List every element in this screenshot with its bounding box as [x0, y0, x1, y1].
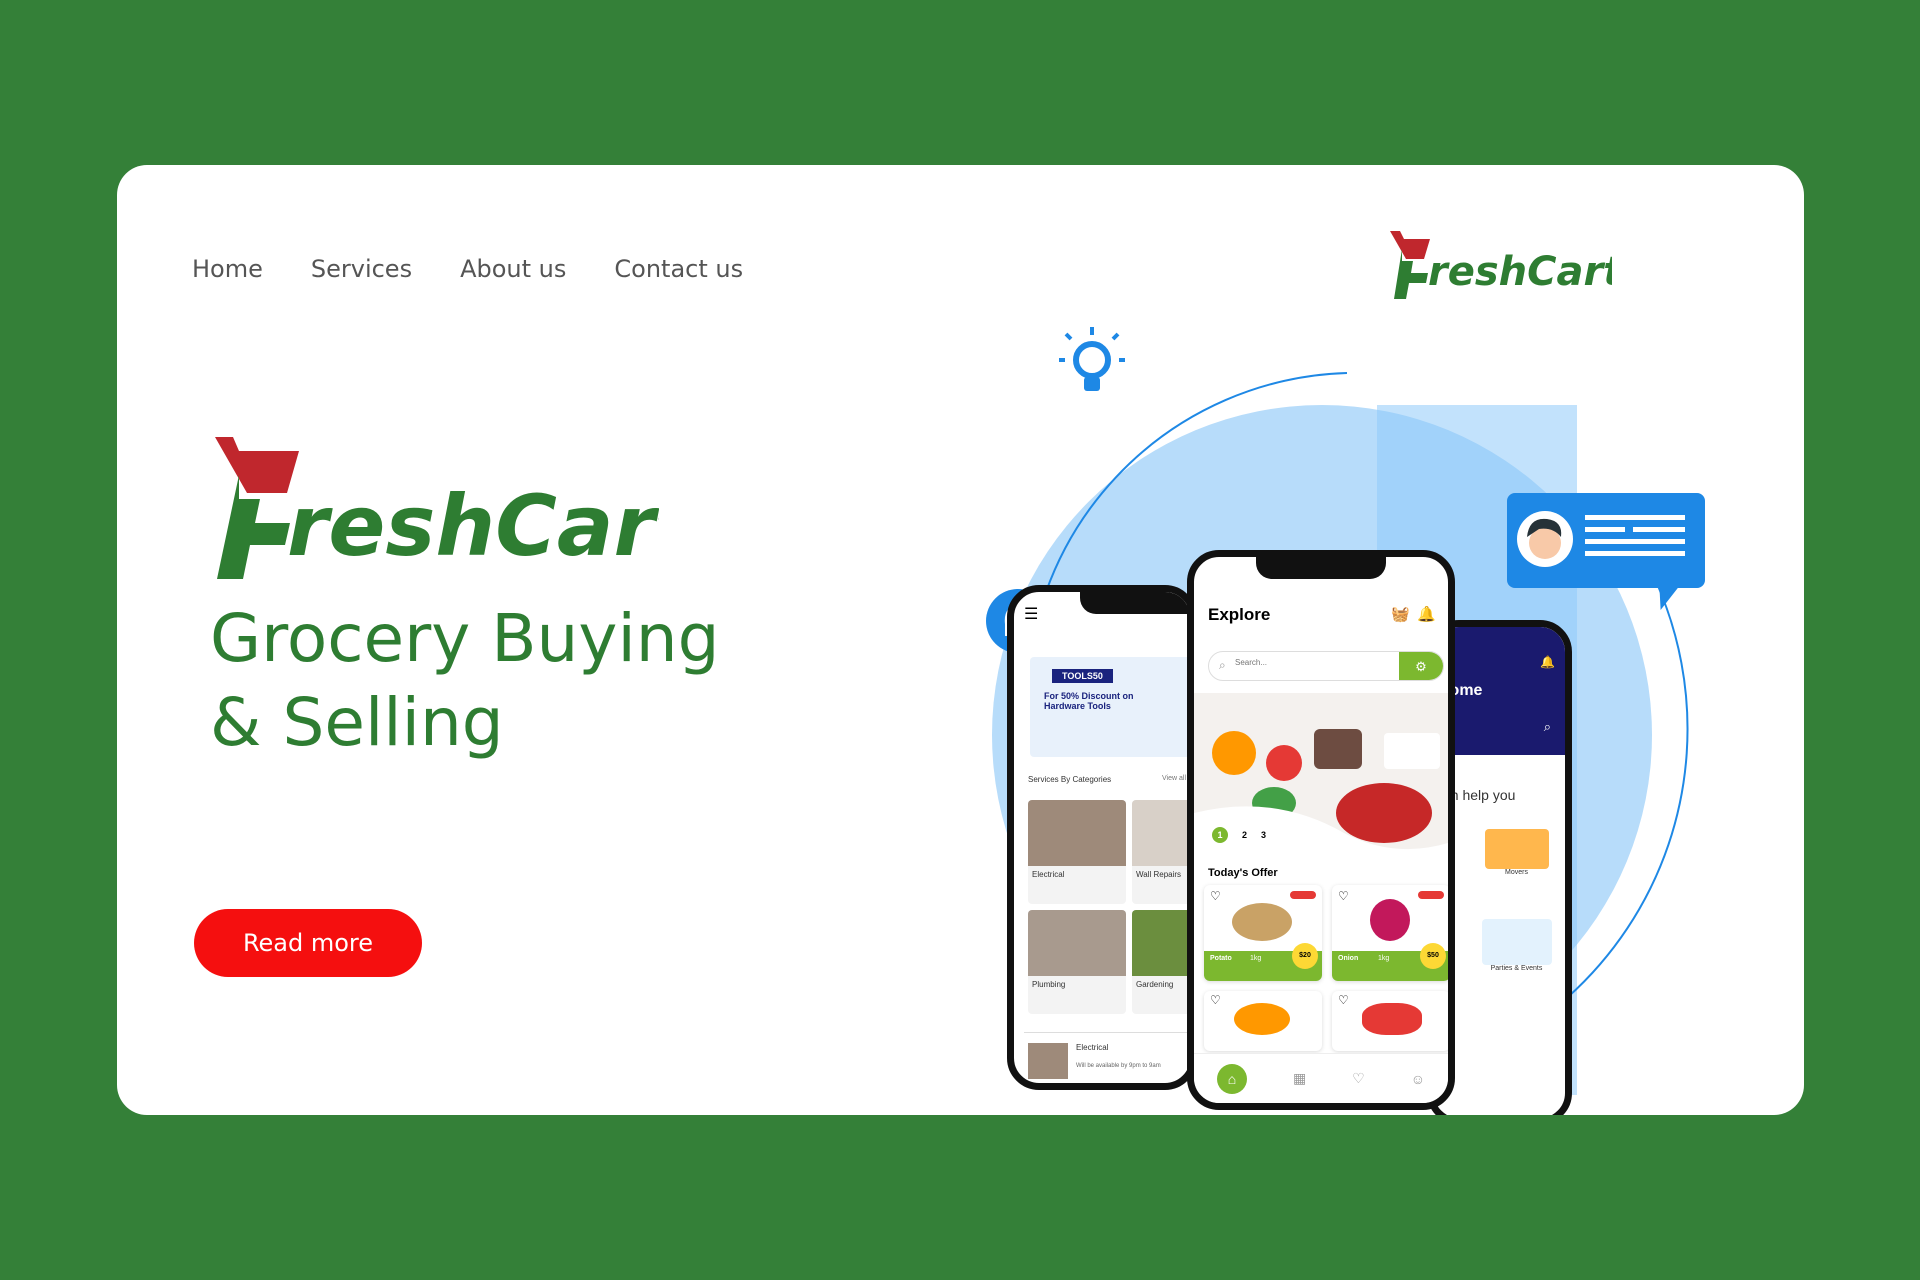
grid-icon[interactable]: ▦ — [1293, 1070, 1306, 1087]
phone-services: ☰ TOOLS50 For 50% Discount on Hardware T… — [1007, 585, 1197, 1090]
phone-notch — [1256, 557, 1386, 579]
phone-notch — [1080, 592, 1190, 614]
lightbulb-icon — [1059, 327, 1125, 391]
heart-icon[interactable]: ♡ — [1338, 889, 1349, 903]
onion-image — [1370, 899, 1410, 941]
product-footer: Onion 1kg $50 — [1332, 943, 1448, 981]
search-icon[interactable]: ⌕ — [1544, 719, 1551, 735]
bell-icon[interactable]: 🔔 — [1540, 655, 1555, 669]
bottom-tab-bar: ⌂ ▦ ♡ ☺ — [1194, 1053, 1448, 1103]
category-image — [1028, 800, 1126, 866]
offer-title: Today's Offer — [1208, 867, 1278, 879]
hero-logo: reshCart — [215, 437, 659, 579]
category-image — [1028, 910, 1126, 976]
header-logo-text: reshCart — [1428, 249, 1612, 295]
chat-bubble-content — [1517, 511, 1685, 567]
promo-text: For 50% Discount on Hardware Tools — [1044, 691, 1134, 711]
hero-headline: Grocery Buying & Selling — [210, 597, 830, 765]
events-image — [1481, 919, 1552, 965]
bell-icon[interactable]: 🔔 — [1417, 605, 1436, 623]
search-bar: ⌕ ⚙ — [1208, 651, 1444, 681]
explore-title: Explore — [1208, 605, 1271, 624]
cart-icon — [1390, 231, 1430, 259]
promo-code: TOOLS50 — [1052, 669, 1113, 683]
sale-badge — [1290, 891, 1316, 899]
category-tile[interactable]: Plumbing — [1028, 910, 1126, 1014]
app-illustration: ☰ TOOLS50 For 50% Discount on Hardware T… — [857, 315, 1797, 1115]
nav-contact[interactable]: Contact us — [614, 255, 743, 283]
promo-banner[interactable]: TOOLS50 For 50% Discount on Hardware Too… — [1030, 657, 1190, 757]
main-nav: Home Services About us Contact us — [192, 255, 743, 283]
product-name: Onion — [1338, 955, 1359, 962]
potato-image — [1232, 903, 1292, 941]
heart-icon[interactable]: ♡ — [1352, 1070, 1365, 1087]
category-tile[interactable]: Electrical — [1028, 800, 1126, 904]
movers-image — [1484, 829, 1549, 869]
view-all-link[interactable]: View all — [1162, 775, 1186, 782]
user-icon[interactable]: ☺ — [1411, 1071, 1425, 1087]
heart-icon[interactable]: ♡ — [1210, 993, 1221, 1007]
filter-button[interactable]: ⚙ — [1399, 652, 1443, 680]
hero-headline-line2: & Selling — [210, 684, 504, 761]
read-more-button[interactable]: Read more — [194, 909, 422, 977]
product-name: Potato — [1210, 955, 1232, 962]
nav-home[interactable]: Home — [192, 255, 263, 283]
category-label: Plumbing — [1032, 980, 1066, 989]
product-card[interactable]: ♡ Onion 1kg $50 — [1332, 885, 1448, 981]
menu-icon[interactable]: ☰ — [1024, 604, 1038, 624]
sale-badge — [1418, 891, 1444, 899]
basket-icon[interactable]: 🧺 — [1391, 605, 1410, 623]
product-price: $20 — [1292, 943, 1318, 969]
product-footer: Potato 1kg $20 — [1204, 943, 1322, 981]
product-price: $50 — [1420, 943, 1446, 969]
product-card[interactable]: ♡ — [1204, 991, 1322, 1051]
home-icon[interactable]: ⌂ — [1216, 1063, 1247, 1094]
service-label: Movers — [1505, 869, 1528, 876]
service-label: Parties & Events — [1490, 965, 1543, 972]
product-weight: 1kg — [1250, 955, 1262, 962]
chat-bubble — [1507, 493, 1705, 588]
phone-explore: Explore 🧺 🔔 ⌕ ⚙ 1 — [1187, 550, 1455, 1110]
product-card[interactable]: ♡ — [1332, 991, 1448, 1051]
search-icon: ⌕ — [1219, 658, 1226, 672]
hero-card: Home Services About us Contact us reshCa… — [117, 165, 1804, 1115]
nav-services[interactable]: Services — [311, 255, 412, 283]
nav-about[interactable]: About us — [460, 255, 566, 283]
list-item[interactable]: Electrical Will be available by 9pm to 9… — [1024, 1032, 1190, 1083]
peach-image — [1234, 1003, 1290, 1035]
list-item-note: Will be available by 9pm to 9am — [1076, 1063, 1161, 1069]
strawberry-image — [1362, 1003, 1422, 1035]
food-banner[interactable]: 1 2 3 — [1194, 693, 1448, 859]
pager-dot[interactable]: 2 — [1242, 827, 1247, 843]
search-input[interactable] — [1235, 658, 1375, 667]
service-tile[interactable]: Parties & Events — [1464, 907, 1565, 997]
product-weight: 1kg — [1378, 955, 1390, 962]
pager-dot[interactable]: 1 — [1212, 827, 1228, 843]
heart-icon[interactable]: ♡ — [1210, 889, 1221, 903]
section-title: Services By Categories — [1028, 775, 1112, 784]
product-card[interactable]: ♡ Potato 1kg $20 — [1204, 885, 1322, 981]
hero-logo-text: reshCart — [287, 477, 659, 575]
list-item-image — [1028, 1043, 1068, 1079]
list-item-title: Electrical — [1076, 1043, 1109, 1052]
category-label: Electrical — [1032, 870, 1065, 879]
service-tile[interactable]: Movers — [1464, 815, 1565, 895]
hero-headline-line1: Grocery Buying — [210, 600, 720, 677]
heart-icon[interactable]: ♡ — [1338, 993, 1349, 1007]
pager: 1 2 3 — [1212, 827, 1266, 843]
header-logo[interactable]: reshCart — [1382, 225, 1612, 305]
pager-dot[interactable]: 3 — [1261, 827, 1266, 843]
